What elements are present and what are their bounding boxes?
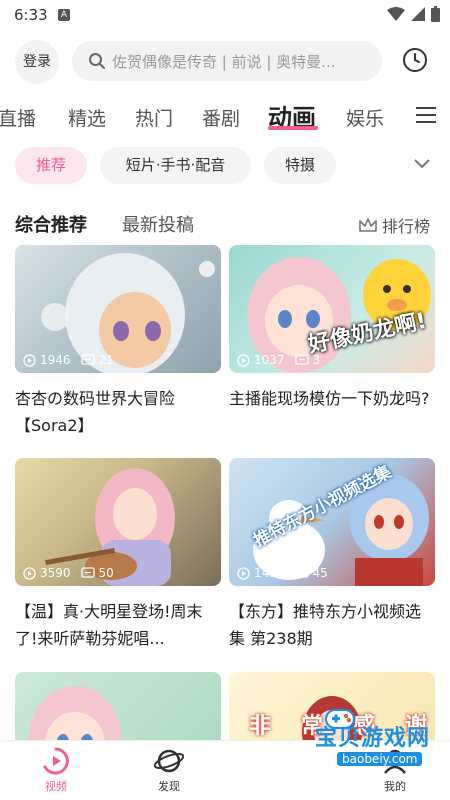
comment-count: 50 [98, 566, 114, 580]
play-count-icon [23, 566, 36, 580]
comment-icon [80, 353, 95, 365]
tab-comprehensive[interactable]: 综合推荐 [15, 211, 87, 237]
section-tabs: 综合推荐 最新投稿 排行榜 [0, 208, 450, 238]
active-tab-indicator [268, 126, 318, 130]
tab-live[interactable]: 直播 [0, 104, 36, 131]
planet-icon [154, 749, 184, 773]
nav-video-label: 视频 [45, 780, 67, 793]
history-clock-icon[interactable] [402, 47, 428, 73]
ranking-button[interactable]: 排行榜 [358, 213, 430, 237]
tab-entertainment[interactable]: 娱乐 [346, 104, 384, 131]
watermark-url: baobeiy.com [337, 752, 423, 766]
nav-discover-label: 发现 [158, 780, 180, 793]
main-tab-bar: 直播 精选 热门 番剧 动画 娱乐 [0, 96, 450, 136]
video-thumbnail[interactable]: 推特东方小视频选集 1436 45 [229, 458, 435, 586]
chevron-down-icon[interactable] [413, 158, 431, 170]
battery-icon [431, 6, 440, 22]
video-thumbnail[interactable]: 好像奶龙啊! 1037 3 [229, 245, 435, 373]
video-card[interactable]: 3590 50 【温】真·大明星登场!周末了!来听萨勒芬妮唱... [15, 458, 221, 652]
tab-latest[interactable]: 最新投稿 [122, 211, 194, 237]
comment-count: 21 [98, 353, 114, 367]
login-button[interactable]: 登录 [15, 40, 59, 84]
video-thumbnail[interactable]: 1946 21 [15, 245, 221, 373]
watermark-text: 宝贝游戏网 [315, 726, 431, 751]
comment-icon [294, 353, 309, 365]
search-placeholder: 佐贺偶像是传奇 | 前说 | 奥特曼... [112, 53, 336, 71]
video-card[interactable]: 推特东方小视频选集 1436 45 【东方】推特东方小视频选集 第238期 [229, 458, 435, 652]
wifi-icon [387, 7, 405, 21]
comment-icon [294, 566, 309, 578]
chip-recommend[interactable]: 推荐 [15, 147, 87, 184]
video-title[interactable]: 杏杏の数码世界大冒险【Sora2】 [15, 385, 221, 439]
video-stats: 1037 3 [237, 353, 320, 367]
play-count: 1037 [254, 353, 285, 367]
nav-video[interactable]: 视频 [26, 747, 86, 794]
tab-bangumi[interactable]: 番剧 [202, 104, 240, 131]
status-icons [387, 6, 440, 22]
chip-tokusatsu[interactable]: 特摄 [264, 147, 336, 184]
signal-icon [411, 7, 425, 21]
notification-a-icon: A [58, 9, 70, 21]
video-thumbnail[interactable]: 3590 50 [15, 458, 221, 586]
video-stats: 1436 45 [237, 566, 328, 580]
video-title[interactable]: 【东方】推特东方小视频选集 第238期 [229, 598, 435, 652]
ranking-label: 排行榜 [382, 217, 431, 236]
search-icon [89, 53, 105, 69]
search-input[interactable]: 佐贺偶像是传奇 | 前说 | 奥特曼... [72, 41, 382, 81]
comment-count: 3 [312, 353, 321, 367]
video-play-icon [43, 747, 69, 775]
video-title[interactable]: 【温】真·大明星登场!周末了!来听萨勒芬妮唱... [15, 598, 221, 652]
nav-me-label: 我的 [384, 780, 406, 793]
video-card[interactable]: 好像奶龙啊! 1037 3 主播能现场模仿一下奶龙吗? [229, 245, 435, 439]
nav-discover[interactable]: 发现 [139, 747, 199, 794]
play-count-icon [23, 353, 36, 367]
watermark: 宝贝游戏网 baobeiy.com [295, 709, 445, 778]
video-card[interactable]: 1946 21 杏杏の数码世界大冒险【Sora2】 [15, 245, 221, 439]
comment-icon [80, 566, 95, 578]
video-stats: 3590 50 [23, 566, 114, 580]
video-stats: 1946 21 [23, 353, 114, 367]
comment-count: 45 [312, 566, 328, 580]
play-count: 3590 [40, 566, 71, 580]
category-chips: 推荐 短片·手书·配音 特摄 [0, 147, 450, 185]
play-count-icon [237, 353, 250, 367]
play-count: 1436 [254, 566, 285, 580]
play-count: 1946 [40, 353, 71, 367]
top-header: 登录 佐贺偶像是传奇 | 前说 | 奥特曼... [0, 38, 450, 84]
tab-hot[interactable]: 热门 [135, 104, 173, 131]
play-count-icon [237, 566, 250, 580]
menu-icon[interactable] [416, 106, 436, 124]
status-time: 6:33 [14, 6, 48, 24]
chip-shorts[interactable]: 短片·手书·配音 [100, 147, 251, 184]
video-title[interactable]: 主播能现场模仿一下奶龙吗? [229, 385, 435, 439]
crown-icon [359, 218, 377, 232]
status-bar: 6:33 A [0, 0, 450, 32]
tab-featured[interactable]: 精选 [68, 104, 106, 131]
